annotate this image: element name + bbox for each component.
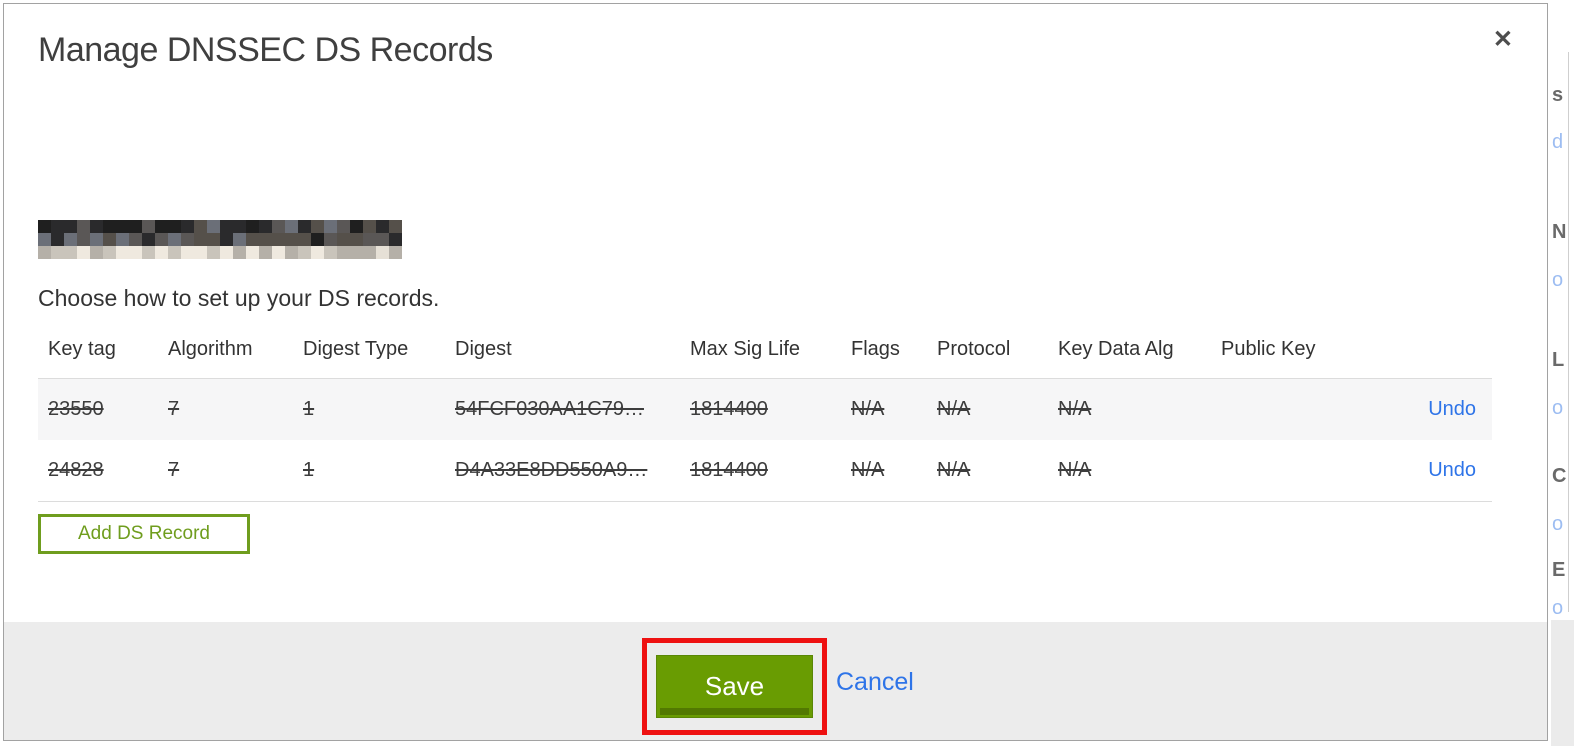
column-header: Public Key [1221, 338, 1316, 360]
cell-key-data-alg: N/A [1058, 459, 1092, 481]
intro-text: Choose how to set up your DS records. [38, 285, 440, 311]
cell-digest-type: 1 [303, 398, 315, 420]
page-fragment: s [1552, 84, 1564, 106]
page-fragment: o [1552, 513, 1564, 535]
cell-algorithm: 7 [168, 459, 180, 481]
background-page-divider [1568, 52, 1569, 612]
table-row: 23550 7 1 54FCF030AA1C79… 1814400 N/A N/… [38, 379, 1492, 440]
cell-flags: N/A [851, 398, 885, 420]
cell-digest: D4A33E8DD550A9… [455, 459, 648, 481]
page-fragment: o [1552, 269, 1564, 291]
table-body: 23550 7 1 54FCF030AA1C79… 1814400 N/A N/… [38, 378, 1492, 502]
column-header: Algorithm [168, 338, 253, 360]
page-fragment: d [1552, 131, 1564, 153]
cell-protocol: N/A [937, 398, 971, 420]
cell-action: Undo [1417, 459, 1492, 482]
background-page-sliver: sdNoLoCoEo [1551, 0, 1574, 746]
column-header: Digest [455, 338, 512, 360]
add-ds-record-button[interactable]: Add DS Record [38, 514, 250, 554]
column-header: Key tag [48, 338, 116, 360]
background-page-footer [1551, 620, 1574, 746]
dialog-title: Manage DNSSEC DS Records [38, 31, 493, 69]
page-fragment: N [1552, 221, 1567, 243]
undo-link[interactable]: Undo [1428, 459, 1476, 481]
cancel-link[interactable]: Cancel [836, 668, 914, 697]
page-fragment: o [1552, 397, 1564, 419]
page-fragment: C [1552, 465, 1567, 487]
redacted-domain-name [38, 220, 402, 259]
page-fragment: L [1552, 349, 1565, 371]
cell-key-tag: 24828 [48, 459, 104, 481]
column-header: Max Sig Life [690, 338, 801, 360]
cell-key-data-alg: N/A [1058, 398, 1092, 420]
column-header: Digest Type [303, 338, 409, 360]
ds-records-table: Key tag Algorithm Digest Type Digest Max Sig… [38, 334, 1492, 502]
cell-action: Undo [1417, 398, 1492, 421]
cell-digest-type: 1 [303, 459, 315, 481]
column-header: Protocol [937, 338, 1011, 360]
cell-max-sig-life: 1814400 [690, 459, 768, 481]
undo-link[interactable]: Undo [1428, 398, 1476, 420]
cell-key-tag: 23550 [48, 398, 104, 420]
column-header: Flags [851, 338, 900, 360]
close-icon[interactable]: ✕ [1491, 26, 1515, 54]
table-header-row: Key tag Algorithm Digest Type Digest Max Sig… [38, 334, 1492, 378]
page-fragment: o [1552, 597, 1564, 619]
table-row: 24828 7 1 D4A33E8DD550A9… 1814400 N/A N/… [38, 440, 1492, 501]
page-fragment: E [1552, 559, 1566, 581]
cell-algorithm: 7 [168, 398, 180, 420]
cell-digest: 54FCF030AA1C79… [455, 398, 644, 420]
annotation-highlight-box: Save [642, 638, 827, 735]
manage-dnssec-dialog: Manage DNSSEC DS Records ✕ Choose how to… [3, 3, 1548, 741]
cell-protocol: N/A [937, 459, 971, 481]
save-button[interactable]: Save [656, 655, 813, 718]
column-header: Key Data Alg [1058, 338, 1174, 360]
cell-flags: N/A [851, 459, 885, 481]
cell-max-sig-life: 1814400 [690, 398, 768, 420]
